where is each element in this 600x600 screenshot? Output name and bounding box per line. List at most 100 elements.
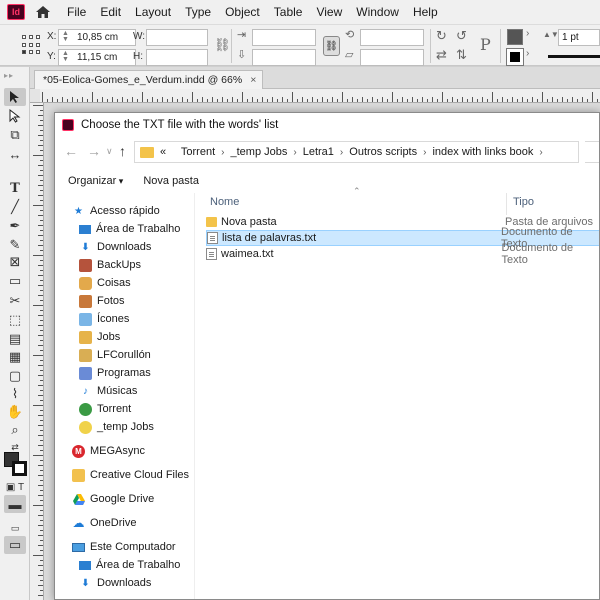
flip-horizontal-icon[interactable]: ⇄: [436, 47, 447, 63]
horizontal-ruler[interactable]: [40, 89, 600, 103]
scale-y-field[interactable]: [252, 49, 316, 66]
breadcrumb-overflow[interactable]: «: [160, 146, 181, 158]
selection-tool-icon[interactable]: [4, 88, 26, 106]
menu-help[interactable]: Help: [406, 0, 445, 24]
x-position-field[interactable]: ▲ ▼ 10,85 cm: [58, 29, 136, 46]
nav-item[interactable]: ⬇ Downloads: [79, 574, 151, 592]
nav-item[interactable]: Torrent 📌: [79, 400, 192, 418]
address-bar[interactable]: « Torrent › _temp Jobs › Letra1 › Outros sc…: [134, 141, 579, 163]
nav-mega[interactable]: M MEGAsync: [72, 442, 145, 460]
free-transform-tool-icon[interactable]: ⬚: [4, 311, 26, 329]
document-tab[interactable]: *05-Eolica-Gomes_e_Verdum.indd @ 66% ×: [34, 70, 264, 89]
scale-x-field[interactable]: [252, 29, 316, 46]
column-header-type[interactable]: Tipo: [513, 196, 534, 208]
gradient-swatch-tool-icon[interactable]: ▤: [4, 330, 26, 348]
gradient-feather-tool-icon[interactable]: ▦: [4, 348, 26, 366]
nav-quick-access[interactable]: ★ Acesso rápido: [72, 202, 160, 220]
rotate-90-cw-icon[interactable]: ↻: [436, 28, 447, 44]
formatting-container-icon[interactable]: ▣ T: [4, 478, 26, 496]
file-row[interactable]: waimea.txt Documento de Texto: [206, 242, 599, 266]
apply-color-icon[interactable]: ▬: [4, 495, 26, 513]
fill-chevron-icon[interactable]: ›: [526, 28, 529, 39]
y-position-field[interactable]: ▲ ▼ 11,15 cm: [58, 49, 136, 66]
menu-type[interactable]: Type: [178, 0, 218, 24]
back-arrow-icon[interactable]: ←: [64, 143, 78, 159]
nav-item[interactable]: _temp Jobs 📌: [79, 418, 192, 436]
breadcrumb-item[interactable]: Outros scripts ›: [349, 146, 432, 158]
nav-item[interactable]: LFCorullón 📌: [79, 346, 192, 364]
constrain-scale-icon[interactable]: ⛓: [323, 36, 340, 56]
stroke-swatch[interactable]: [506, 48, 524, 66]
nav-item[interactable]: Área de Trabalho 📌: [79, 220, 192, 238]
box-folder-icon: [79, 276, 92, 290]
line-tool-icon[interactable]: ╱: [4, 198, 26, 216]
column-header-name[interactable]: Nome: [210, 196, 239, 208]
breadcrumb-item[interactable]: _temp Jobs ›: [231, 146, 303, 158]
nav-item[interactable]: Jobs 📌: [79, 328, 192, 346]
breadcrumb-item[interactable]: Letra1 ›: [303, 146, 350, 158]
constrain-proportions-icon[interactable]: ⛓: [214, 37, 231, 53]
type-tool-icon[interactable]: T: [4, 179, 26, 197]
rectangle-frame-tool-icon[interactable]: ⊠: [4, 253, 26, 271]
rectangle-tool-icon[interactable]: ▭: [4, 272, 26, 290]
reference-point-icon[interactable]: [22, 35, 42, 55]
pen-tool-icon[interactable]: ✒: [4, 217, 26, 235]
search-input[interactable]: [585, 141, 599, 163]
stroke-proxy[interactable]: [12, 461, 27, 476]
zoom-tool-icon[interactable]: ⌕: [4, 421, 26, 439]
page-tool-icon[interactable]: ⧉: [4, 126, 26, 144]
menu-file[interactable]: File: [60, 0, 93, 24]
menu-view[interactable]: View: [309, 0, 349, 24]
rotation-angle-field[interactable]: [360, 29, 424, 46]
nav-creative-cloud[interactable]: Creative Cloud Files: [72, 466, 189, 484]
up-arrow-icon[interactable]: ↑: [119, 143, 126, 159]
fill-swatch[interactable]: [507, 29, 523, 45]
fill-stroke-proxy[interactable]: [4, 452, 28, 478]
stroke-weight-field[interactable]: 1 pt: [558, 29, 600, 46]
scissors-tool-icon[interactable]: ✂: [4, 292, 26, 310]
close-tab-icon[interactable]: ×: [250, 71, 256, 89]
breadcrumb-item[interactable]: Torrent ›: [181, 146, 231, 158]
screen-mode-icon[interactable]: ▭: [4, 536, 26, 554]
width-field[interactable]: [146, 29, 208, 46]
nav-onedrive[interactable]: ☁ OneDrive: [72, 514, 137, 532]
nav-item[interactable]: Ícones 📌: [79, 310, 192, 328]
stroke-type-preview[interactable]: [548, 55, 600, 58]
forward-arrow-icon[interactable]: →: [87, 143, 101, 159]
vertical-ruler[interactable]: [30, 103, 44, 600]
nav-item[interactable]: Programas 📌: [79, 364, 192, 382]
toolbox-grip-icon[interactable]: ▸▸: [4, 71, 26, 80]
nav-google-drive[interactable]: Google Drive: [72, 490, 154, 508]
menu-table[interactable]: Table: [267, 0, 310, 24]
nav-item[interactable]: ♪ Músicas 📌: [79, 382, 192, 400]
nav-item[interactable]: BackUps 📌: [79, 256, 192, 274]
menu-layout[interactable]: Layout: [128, 0, 178, 24]
new-folder-button[interactable]: Nova pasta: [143, 175, 199, 187]
nav-item[interactable]: Fotos 📌: [79, 292, 192, 310]
menu-window[interactable]: Window: [349, 0, 406, 24]
column-divider[interactable]: [506, 193, 507, 215]
pencil-tool-icon[interactable]: ✎: [4, 236, 26, 254]
home-icon[interactable]: [35, 4, 51, 20]
hand-tool-icon[interactable]: ✋: [4, 403, 26, 421]
direct-selection-tool-icon[interactable]: [4, 107, 26, 125]
height-field[interactable]: [146, 49, 208, 66]
note-tool-icon[interactable]: ▢: [4, 367, 26, 385]
flip-vertical-icon[interactable]: ⇅: [456, 47, 467, 63]
nav-item[interactable]: Área de Trabalho: [79, 556, 180, 574]
organize-button[interactable]: Organizar: [68, 175, 123, 187]
shear-angle-field[interactable]: [360, 49, 424, 66]
menu-edit[interactable]: Edit: [93, 0, 128, 24]
recent-locations-icon[interactable]: ∨: [106, 146, 113, 157]
stroke-weight-spin-icon[interactable]: ▲▼: [543, 30, 559, 39]
breadcrumb-item[interactable]: index with links book ›: [432, 146, 548, 158]
stroke-chevron-icon[interactable]: ›: [526, 48, 529, 59]
view-mode-icon[interactable]: ▭: [4, 519, 26, 537]
menu-object[interactable]: Object: [218, 0, 267, 24]
nav-item[interactable]: ⬇ Downloads 📌: [79, 238, 192, 256]
rotate-90-ccw-icon[interactable]: ↺: [456, 28, 467, 44]
gap-tool-icon[interactable]: ↔: [4, 145, 26, 163]
eyedropper-tool-icon[interactable]: ⌇: [4, 385, 26, 403]
nav-item[interactable]: Coisas 📌: [79, 274, 192, 292]
nav-this-pc[interactable]: Este Computador: [72, 538, 176, 556]
